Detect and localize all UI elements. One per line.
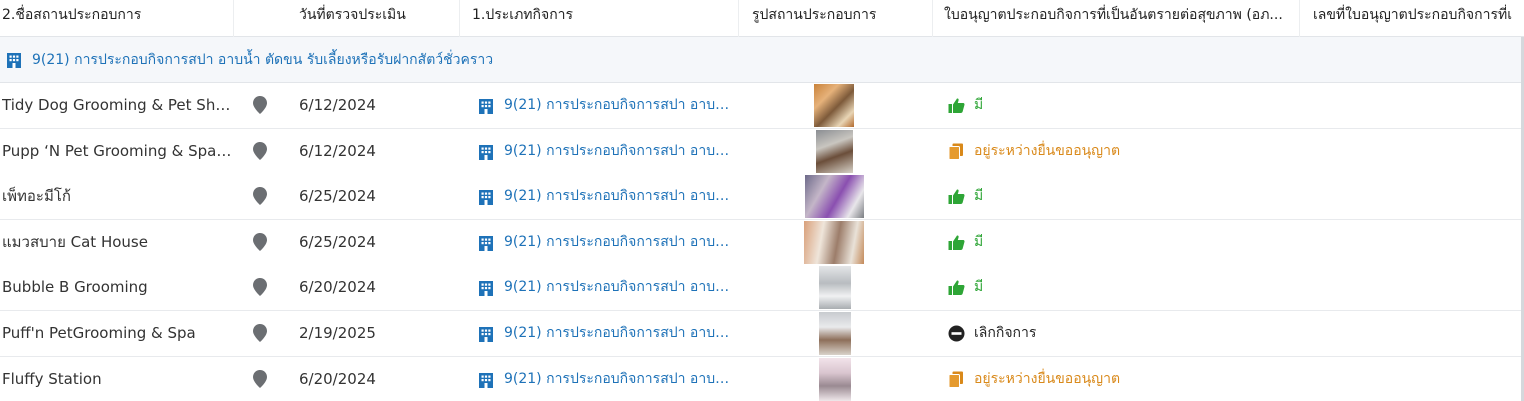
group-label: 9(21) การประกอบกิจการสปา อาบน้ำ ตัดขน รั…	[32, 52, 494, 68]
inspection-date: 6/20/2024	[299, 369, 376, 388]
table-row[interactable]: แมวสบาย Cat House 6/25/2024 9(21) การประกอ…	[0, 219, 1524, 266]
building-icon	[478, 372, 494, 392]
column-header-type[interactable]: 1.ประเภทกิจการ	[472, 0, 732, 37]
minus-circle-icon	[948, 325, 965, 346]
building-icon	[478, 235, 494, 255]
inspection-date: 6/20/2024	[299, 278, 376, 297]
column-header-license-number[interactable]: เลขที่ใบอนุญาตประกอบกิจการที่เ	[1313, 0, 1521, 37]
inspection-date: 6/12/2024	[299, 96, 376, 114]
business-type-link[interactable]: 9(21) การประกอบกิจการสปา อาบน้ำ ตัดขน รั…	[478, 357, 738, 401]
map-pin-icon[interactable]	[253, 141, 267, 160]
map-pin-icon[interactable]	[253, 324, 267, 342]
column-divider[interactable]	[233, 0, 234, 37]
building-icon	[478, 189, 494, 209]
table-row[interactable]: เพ็ทอะมีโก้ 6/25/2024 9(21) การประกอบกิจกา…	[0, 174, 1524, 221]
business-type-link[interactable]: 9(21) การประกอบกิจการสปา อาบน้ำ ตัดขน รั…	[478, 311, 738, 355]
inspection-date: 6/12/2024	[299, 141, 376, 160]
column-header-license[interactable]: ใบอนุญาตประกอบกิจการที่เป็นอันตรายต่อสุข…	[944, 0, 1296, 37]
building-icon	[478, 280, 494, 300]
table-row[interactable]: Puff'n PetGrooming & Spa 2/19/2025 9(21) ก…	[0, 311, 1524, 357]
documents-icon	[948, 371, 964, 392]
business-name[interactable]: แมวสบาย Cat House	[2, 220, 232, 264]
inspection-date: 6/25/2024	[299, 187, 376, 206]
business-photo-thumbnail[interactable]	[819, 312, 851, 355]
license-status-label: มี	[974, 188, 984, 205]
business-type-link[interactable]: 9(21) การประกอบกิจการสปา อาบน้ำ ตัดขน รั…	[478, 220, 738, 264]
map-pin-icon[interactable]	[253, 96, 267, 114]
table-row[interactable]: Fluffy Station 6/20/2024 9(21) การประกอบกิ…	[0, 356, 1524, 401]
business-photo-thumbnail[interactable]	[805, 175, 864, 219]
business-type-label[interactable]: 9(21) การประกอบกิจการสปา อาบน้ำ ตัดขน รั…	[504, 83, 732, 127]
building-icon	[6, 52, 22, 72]
table-row[interactable]: Pupp ‘N Pet Grooming & Spa สาขา 6/12/2024…	[0, 128, 1524, 175]
column-divider[interactable]	[932, 0, 933, 37]
business-type-label[interactable]: 9(21) การประกอบกิจการสปา อาบน้ำ ตัดขน รั…	[504, 220, 732, 264]
column-header-date[interactable]: วันที่ตรวจประเมิน	[299, 0, 459, 37]
business-name[interactable]: เพ็ทอะมีโก้	[2, 174, 232, 218]
business-type-link[interactable]: 9(21) การประกอบกิจการสปา อาบน้ำ ตัดขน รั…	[478, 265, 738, 309]
license-status-label: มี	[974, 97, 984, 113]
column-divider[interactable]	[738, 0, 739, 37]
business-type-label[interactable]: 9(21) การประกอบกิจการสปา อาบน้ำ ตัดขน รั…	[504, 311, 732, 355]
business-name[interactable]: Bubble B Grooming	[2, 265, 232, 309]
license-status-label: มี	[974, 279, 984, 296]
documents-icon	[948, 143, 964, 164]
business-photo-thumbnail[interactable]	[804, 220, 864, 264]
thumbs-up-icon	[948, 188, 965, 209]
business-name[interactable]: Fluffy Station	[2, 357, 232, 401]
thumbs-up-icon	[948, 97, 965, 118]
business-name[interactable]: Tidy Dog Grooming & Pet Shop	[2, 83, 232, 127]
business-type-link[interactable]: 9(21) การประกอบกิจการสปา อาบน้ำ ตัดขน รั…	[478, 83, 738, 127]
business-type-label[interactable]: 9(21) การประกอบกิจการสปา อาบน้ำ ตัดขน รั…	[504, 129, 732, 173]
business-type-label[interactable]: 9(21) การประกอบกิจการสปา อาบน้ำ ตัดขน รั…	[504, 265, 732, 309]
business-type-link[interactable]: 9(21) การประกอบกิจการสปา อาบน้ำ ตัดขน รั…	[478, 174, 738, 218]
business-photo-thumbnail[interactable]	[819, 266, 851, 310]
business-name[interactable]: Pupp ‘N Pet Grooming & Spa สาขา	[2, 129, 232, 173]
business-photo-thumbnail[interactable]	[816, 129, 853, 173]
inspection-date: 6/25/2024	[299, 232, 376, 251]
business-photo-thumbnail[interactable]	[814, 84, 854, 127]
column-divider[interactable]	[459, 0, 460, 37]
table-header: 2.ชื่อสถานประกอบการ วันที่ตรวจประเมิน 1.…	[0, 0, 1524, 37]
table-row[interactable]: Bubble B Grooming 6/20/2024 9(21) การประกอ…	[0, 265, 1524, 312]
license-status-label: อยู่ระหว่างยื่นขออนุญาต	[974, 142, 1121, 159]
license-status-label: มี	[974, 233, 984, 250]
inspection-date: 2/19/2025	[299, 324, 376, 342]
map-pin-icon[interactable]	[253, 369, 267, 388]
map-pin-icon[interactable]	[253, 278, 267, 297]
thumbs-up-icon	[948, 279, 965, 300]
building-icon	[478, 326, 494, 346]
thumbs-up-icon	[948, 234, 965, 255]
building-icon	[478, 98, 494, 118]
business-type-label[interactable]: 9(21) การประกอบกิจการสปา อาบน้ำ ตัดขน รั…	[504, 357, 732, 401]
business-name[interactable]: Puff'n PetGrooming & Spa	[2, 311, 232, 355]
building-icon	[478, 144, 494, 164]
map-pin-icon[interactable]	[253, 232, 267, 251]
column-divider[interactable]	[1299, 0, 1300, 37]
column-header-photo[interactable]: รูปสถานประกอบการ	[752, 0, 932, 37]
business-photo-thumbnail[interactable]	[819, 357, 851, 401]
license-status-label: อยู่ระหว่างยื่นขออนุญาต	[974, 370, 1121, 387]
business-type-label[interactable]: 9(21) การประกอบกิจการสปา อาบน้ำ ตัดขน รั…	[504, 174, 732, 218]
column-header-name[interactable]: 2.ชื่อสถานประกอบการ	[2, 0, 230, 37]
license-status-label: เลิกกิจการ	[974, 325, 1037, 341]
table-row[interactable]: Tidy Dog Grooming & Pet Shop 6/12/2024 9(2…	[0, 83, 1524, 129]
map-pin-icon[interactable]	[253, 187, 267, 206]
group-header-row[interactable]: 9(21) การประกอบกิจการสปา อาบน้ำ ตัดขน รั…	[0, 37, 1524, 83]
business-type-link[interactable]: 9(21) การประกอบกิจการสปา อาบน้ำ ตัดขน รั…	[478, 129, 738, 173]
